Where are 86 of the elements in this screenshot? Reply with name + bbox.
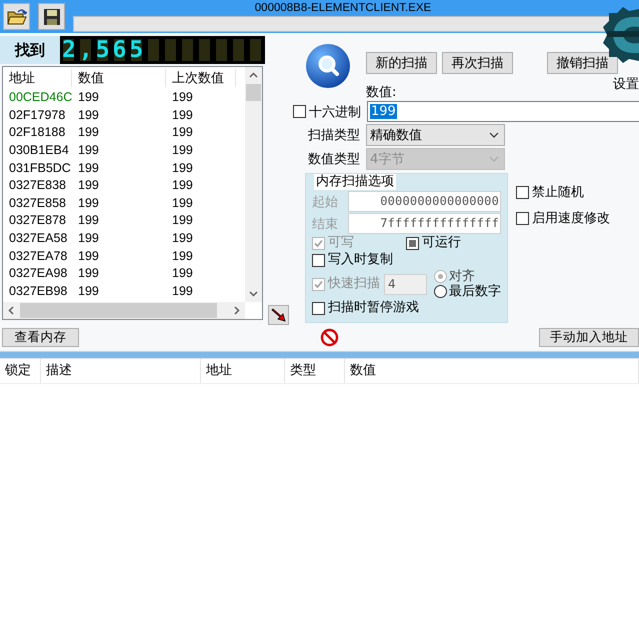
found-count: 2,565 xyxy=(60,36,265,64)
address-cell[interactable]: 0327E838 xyxy=(9,178,66,194)
chevron-down-icon xyxy=(489,132,499,138)
address-cell[interactable]: 00CED46C xyxy=(9,90,72,106)
settings-label[interactable]: 设置 xyxy=(613,75,639,93)
value-cell[interactable]: 199 xyxy=(78,213,99,228)
indeterminate-mark xyxy=(409,240,416,246)
search-icon[interactable] xyxy=(305,43,351,89)
column-header[interactable]: 上次数值 xyxy=(166,69,236,87)
add-to-list-button[interactable] xyxy=(268,305,289,325)
checkbox[interactable]: 启用速度修改 xyxy=(516,209,610,227)
found-label: 找到 xyxy=(0,36,60,64)
scan-button[interactable]: 新的扫描 xyxy=(366,52,437,74)
address-cell[interactable]: 0327EA78 xyxy=(9,248,68,264)
value-cell[interactable]: 199 xyxy=(78,160,99,176)
previous-value-cell[interactable]: 199 xyxy=(172,196,193,211)
column-header[interactable]: 地址 xyxy=(3,69,72,87)
scan-button[interactable]: 再次扫描 xyxy=(442,52,513,74)
previous-value-cell[interactable]: 199 xyxy=(172,266,193,282)
address-cell[interactable]: 0327EA98 xyxy=(9,266,68,282)
previous-value-cell[interactable]: 199 xyxy=(172,125,193,140)
value-cell[interactable]: 199 xyxy=(78,284,99,299)
scan-button[interactable]: 撤销扫描 xyxy=(547,52,618,74)
previous-value-cell[interactable]: 199 xyxy=(172,178,193,194)
vertical-scrollbar[interactable] xyxy=(245,67,262,302)
address-cell[interactable]: 02F18188 xyxy=(9,125,66,140)
folder-icon xyxy=(6,8,26,26)
column-header[interactable]: 锁定 xyxy=(0,359,41,383)
previous-value-cell[interactable]: 199 xyxy=(172,213,193,228)
checkbox[interactable]: 十六进制 xyxy=(293,102,361,120)
stop-icon[interactable] xyxy=(320,328,339,346)
address-cell[interactable]: 02F17978 xyxy=(9,108,66,123)
previous-value-cell[interactable]: 199 xyxy=(172,108,193,123)
previous-value-cell[interactable]: 199 xyxy=(172,160,193,176)
value-cell[interactable]: 199 xyxy=(78,248,99,264)
end-address-field[interactable]: 7fffffffffffffff xyxy=(348,213,501,234)
address-cell[interactable]: 0327EB98 xyxy=(9,284,68,299)
previous-value-cell[interactable]: 199 xyxy=(172,284,193,299)
address-cell[interactable]: 0327EA58 xyxy=(9,231,68,246)
column-header[interactable]: 地址 xyxy=(201,359,285,383)
previous-value-cell[interactable]: 199 xyxy=(172,143,193,158)
value-label: 数值: xyxy=(366,84,396,99)
field-label: 起始 xyxy=(312,194,339,210)
scrollbar-thumb[interactable] xyxy=(20,303,217,318)
scrollbar-thumb[interactable] xyxy=(246,84,261,101)
column-header[interactable]: 数值 xyxy=(345,359,639,383)
value-cell[interactable]: 199 xyxy=(78,266,99,282)
previous-value-cell[interactable]: 199 xyxy=(172,90,193,106)
column-header[interactable]: 类型 xyxy=(285,359,345,383)
save-button[interactable] xyxy=(38,3,65,30)
arrow-icon xyxy=(270,308,286,322)
horizontal-scrollbar[interactable] xyxy=(3,302,245,319)
address-cell[interactable]: 0327E878 xyxy=(9,213,66,228)
checkbox[interactable]: 扫描时暂停游戏 xyxy=(312,300,419,316)
open-folder-button[interactable] xyxy=(3,3,30,30)
value-cell[interactable]: 199 xyxy=(78,231,99,246)
checkbox[interactable]: 写入时复制 xyxy=(312,252,393,268)
address-cell[interactable]: 031FB5DC xyxy=(9,160,71,176)
checkmark-icon xyxy=(313,278,324,290)
field-label: 结束 xyxy=(312,216,339,232)
radio-button[interactable]: 最后数字 xyxy=(434,284,501,299)
column-header[interactable]: 描述 xyxy=(41,359,201,383)
window-title: 000008B8-ELEMENTCLIENT.EXE xyxy=(254,2,432,14)
scan-type-dropdown[interactable]: 精确数值 xyxy=(366,124,505,146)
field-label: 扫描类型 xyxy=(307,127,361,144)
address-cell[interactable]: 030B1EB4 xyxy=(9,143,69,158)
checkbox[interactable]: 禁止随机 xyxy=(516,183,610,201)
value-input[interactable]: 199 xyxy=(367,101,639,122)
chevron-down-icon xyxy=(489,156,499,162)
field-label: 数值类型 xyxy=(307,151,361,168)
value-cell[interactable]: 199 xyxy=(78,143,99,158)
group-title: 内存扫描选项 xyxy=(314,174,396,190)
value-cell[interactable]: 199 xyxy=(78,196,99,211)
checkbox[interactable]: 可运行 xyxy=(406,235,461,251)
value-cell[interactable]: 199 xyxy=(78,90,99,106)
value-cell[interactable]: 199 xyxy=(78,108,99,123)
column-header[interactable]: 数值 xyxy=(72,69,166,87)
address-cell[interactable]: 0327E858 xyxy=(9,196,66,211)
value-cell[interactable]: 199 xyxy=(78,178,99,194)
value-cell[interactable]: 199 xyxy=(78,125,99,140)
memory-view-button[interactable]: 查看内存 xyxy=(2,328,79,346)
checkmark-icon xyxy=(313,238,324,248)
add-address-button[interactable]: 手动加入地址 xyxy=(539,328,639,346)
previous-value-cell[interactable]: 199 xyxy=(172,231,193,246)
previous-value-cell[interactable]: 199 xyxy=(172,248,193,264)
start-address-field[interactable]: 0000000000000000 xyxy=(348,191,501,212)
